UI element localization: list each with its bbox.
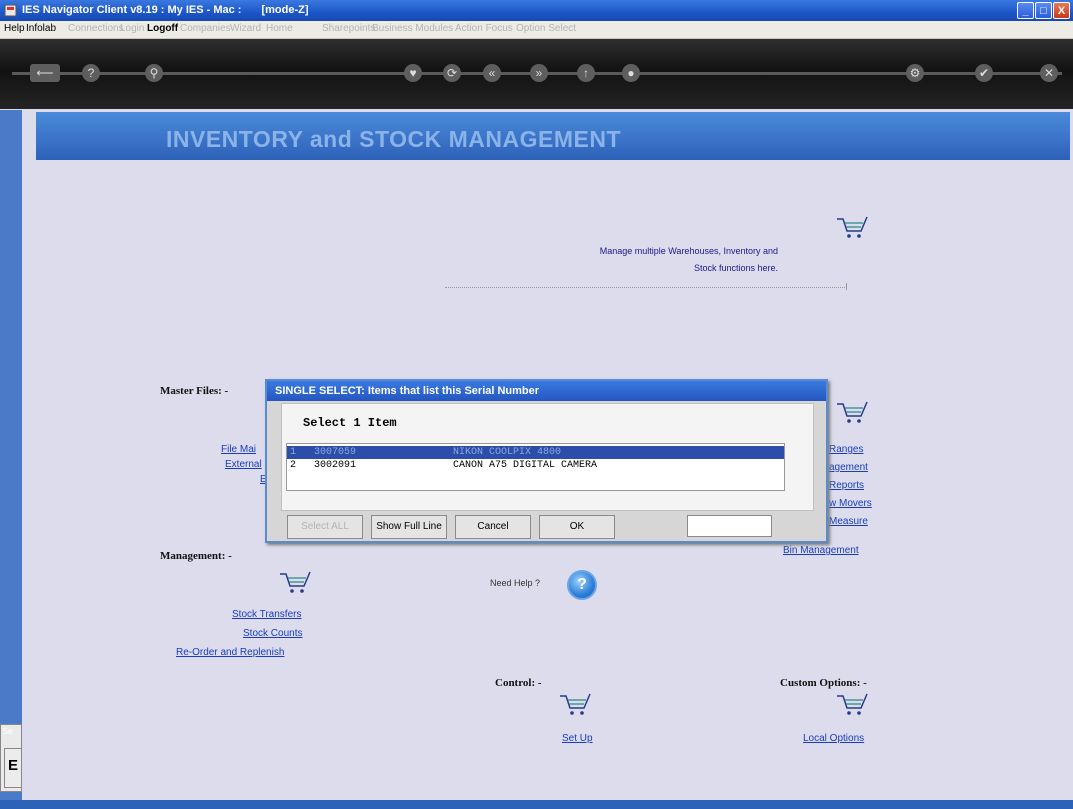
dialog-buttons: Select ALL Show Full Line Cancel OK [267, 509, 826, 541]
menu-login[interactable]: Login [120, 23, 144, 34]
intro-line-2: Stock functions here. [693, 263, 778, 273]
list-item[interactable]: 2 3002091 CANON A75 DIGITAL CAMERA [287, 459, 784, 472]
menu-sharepoints[interactable]: Sharepoints [322, 23, 375, 34]
cart-icon [280, 571, 311, 593]
search-icon[interactable]: ⚲ [145, 64, 163, 82]
dialog-body: Select 1 Item 1 3007059 NIKON COOLPIX 48… [281, 403, 814, 511]
close-window-button[interactable]: X [1053, 2, 1070, 19]
dialog-heading: Select 1 Item [303, 416, 397, 430]
external-link[interactable]: External [225, 459, 262, 470]
setup-link[interactable]: Set Up [562, 733, 593, 744]
help-icon[interactable]: ? [567, 570, 597, 600]
reports-link[interactable]: Reports [829, 480, 864, 491]
menu-action-focus[interactable]: Action Focus [455, 23, 513, 34]
page-header: INVENTORY and STOCK MANAGEMENT [36, 112, 1070, 160]
heart-icon[interactable]: ♥ [404, 64, 422, 82]
refresh-icon[interactable]: ⟳ [443, 64, 461, 82]
management-link[interactable]: agement [829, 462, 868, 473]
help-icon[interactable]: ? [82, 64, 100, 82]
maximize-button[interactable]: □ [1035, 2, 1052, 19]
cart-icon [837, 216, 868, 238]
divider-tick [846, 283, 847, 290]
show-full-line-button[interactable]: Show Full Line [371, 515, 447, 539]
master-files-label: Master Files: - [160, 385, 229, 397]
menu-logoff[interactable]: Logoff [147, 23, 178, 34]
minimize-button[interactable]: _ [1017, 2, 1034, 19]
need-help-label: Need Help ? [490, 578, 541, 588]
menu-home[interactable]: Home [266, 23, 293, 34]
cart-icon [560, 693, 591, 715]
select-all-button[interactable]: Select ALL [287, 515, 363, 539]
rewind-icon[interactable]: « [483, 64, 501, 82]
menu-help[interactable]: Help [4, 23, 25, 34]
cancel-button[interactable]: Cancel [455, 515, 531, 539]
window-title: IES Navigator Client v8.19 : My IES - Ma… [22, 4, 309, 16]
menu-option-select[interactable]: Option Select [516, 23, 576, 34]
stock-counts-link[interactable]: Stock Counts [243, 628, 302, 639]
dialog-title-bar: SINGLE SELECT: Items that list this Seri… [267, 381, 826, 401]
stock-transfers-link[interactable]: Stock Transfers [232, 609, 301, 620]
menu-companies[interactable]: Companies [180, 23, 231, 34]
ok-button[interactable]: OK [539, 515, 615, 539]
cart-icon [837, 401, 868, 423]
window-title-bar: IES Navigator Client v8.19 : My IES - Ma… [0, 0, 1073, 21]
movers-link[interactable]: w Movers [829, 498, 872, 509]
menu-infolab[interactable]: Infolab [26, 23, 56, 34]
menu-bar: Help Infolab Connections Login Logoff Co… [0, 21, 1073, 39]
ie-icon[interactable]: ● [622, 64, 640, 82]
toolbar: ⟵ ? ⚲ ♥ ⟳ « » ↑ ● ⚙ ✔ ✕ [0, 39, 1073, 109]
custom-options-label: Custom Options: - [780, 677, 867, 689]
reorder-replenish-link[interactable]: Re-Order and Replenish [176, 647, 284, 658]
check-icon[interactable]: ✔ [975, 64, 993, 82]
side-panel [0, 110, 22, 800]
intro-text: Manage multiple Warehouses, Inventory an… [508, 243, 778, 277]
close-icon[interactable]: ✕ [1040, 64, 1058, 82]
bin-management-link[interactable]: Bin Management [783, 545, 859, 556]
file-maintenance-link[interactable]: File Mai [221, 444, 256, 455]
up-icon[interactable]: ↑ [577, 64, 595, 82]
measure-link[interactable]: Measure [829, 516, 868, 527]
management-label: Management: - [160, 550, 232, 562]
cart-icon [837, 693, 868, 715]
back-icon[interactable]: ⟵ [30, 64, 60, 82]
side-tab-label: Se [2, 726, 14, 736]
ranges-link[interactable]: Ranges [829, 444, 863, 455]
divider [445, 287, 847, 288]
filter-input[interactable] [687, 515, 772, 537]
single-select-dialog: SINGLE SELECT: Items that list this Seri… [265, 379, 828, 543]
local-options-link[interactable]: Local Options [803, 733, 864, 744]
control-label: Control: - [495, 677, 542, 689]
side-tab-char: E [8, 757, 19, 774]
forward-icon[interactable]: » [530, 64, 548, 82]
side-tab-box[interactable]: E [4, 748, 22, 788]
bottom-bar [0, 800, 1073, 809]
menu-business-modules[interactable]: Business Modules [372, 23, 453, 34]
settings-icon[interactable]: ⚙ [906, 64, 924, 82]
menu-wizard[interactable]: Wizard [230, 23, 261, 34]
page-title: INVENTORY and STOCK MANAGEMENT [166, 126, 622, 152]
menu-connections[interactable]: Connections [68, 23, 124, 34]
dialog-title: SINGLE SELECT: Items that list this Seri… [275, 385, 540, 397]
list-item[interactable]: 1 3007059 NIKON COOLPIX 4800 [287, 446, 784, 459]
app-icon [4, 4, 17, 17]
intro-line-1: Manage multiple Warehouses, Inventory an… [599, 246, 778, 256]
item-list[interactable]: 1 3007059 NIKON COOLPIX 4800 2 3002091 C… [286, 443, 785, 491]
